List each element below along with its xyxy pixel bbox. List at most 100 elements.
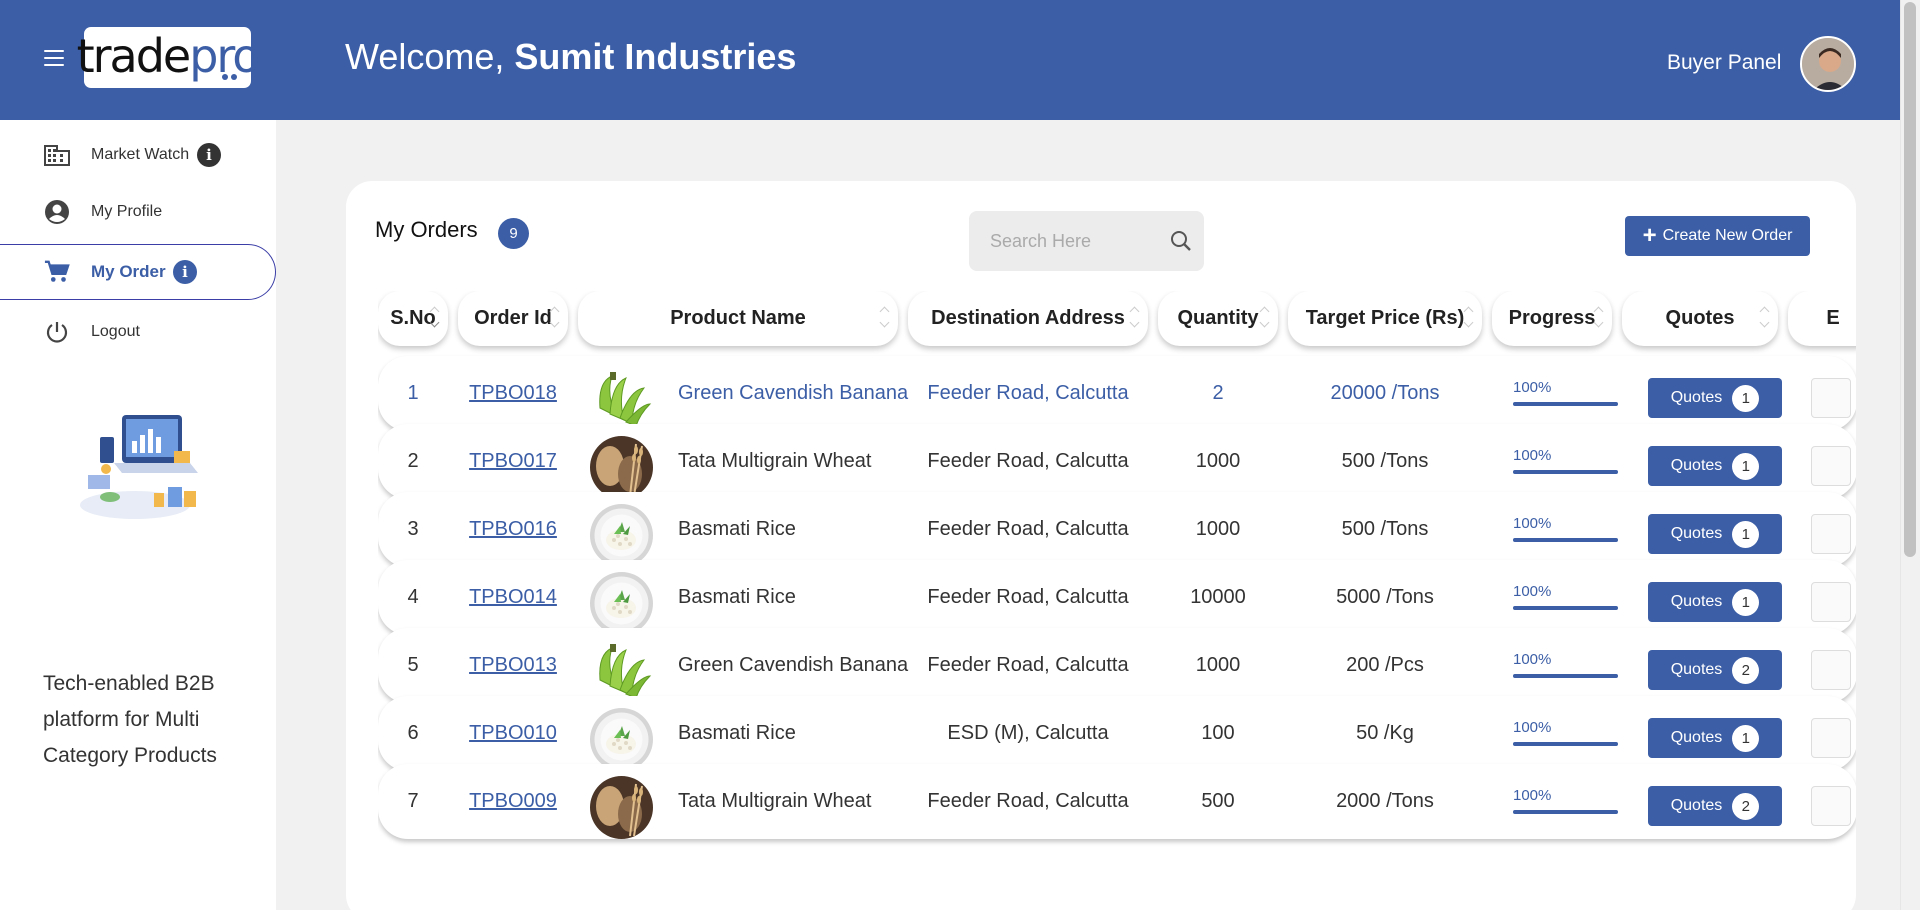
- info-icon[interactable]: i: [173, 260, 197, 284]
- column-header[interactable]: S.No: [378, 291, 448, 346]
- progress-fill: [1513, 402, 1618, 406]
- order-id-link[interactable]: TPBO014: [469, 586, 557, 609]
- cell-target-price: 2000 /Tons: [1336, 790, 1434, 812]
- logo-trade: trade: [76, 28, 192, 83]
- column-header-label: Quantity: [1177, 307, 1259, 329]
- cell-quantity: 10000: [1190, 586, 1246, 608]
- progress-fill: [1513, 606, 1618, 610]
- quotes-label: Quotes: [1670, 593, 1723, 610]
- create-new-order-button[interactable]: + Create New Order: [1625, 216, 1810, 256]
- column-header[interactable]: E: [1788, 291, 1856, 346]
- quotes-button[interactable]: Quotes 1: [1648, 446, 1782, 486]
- cell-target-price: 200 /Pcs: [1346, 654, 1424, 676]
- quotes-count-badge: 1: [1732, 724, 1760, 752]
- order-id-link[interactable]: TPBO009: [469, 790, 557, 813]
- cell-product-name: Tata Multigrain Wheat: [678, 790, 872, 812]
- progress-bar: [1513, 810, 1618, 814]
- logo-cart-dots-icon: [222, 74, 237, 80]
- table-row[interactable]: 1 TPBO018 Green Cavendish Banana Feeder Roa…: [378, 356, 1856, 431]
- edit-button[interactable]: [1811, 582, 1851, 622]
- page-scrollbar-thumb[interactable]: [1904, 2, 1916, 557]
- progress-bar: [1513, 470, 1618, 474]
- table-row[interactable]: 7 TPBO009 Tata Multigrain Wheat Feeder Road…: [378, 764, 1856, 839]
- quotes-button[interactable]: Quotes 1: [1648, 582, 1782, 622]
- order-id-link[interactable]: TPBO016: [469, 518, 557, 541]
- edit-button[interactable]: [1811, 650, 1851, 690]
- table-row[interactable]: 2 TPBO017 Tata Multigrain Wheat Feeder Road…: [378, 424, 1856, 499]
- progress-label: 100%: [1513, 651, 1552, 668]
- cell-target-price: 500 /Tons: [1341, 518, 1429, 540]
- edit-button[interactable]: [1811, 514, 1851, 554]
- column-header[interactable]: Target Price (Rs): [1288, 291, 1482, 346]
- sidebar-item-logout[interactable]: Logout: [0, 304, 276, 360]
- sort-icon[interactable]: [1464, 305, 1474, 329]
- cell-sno: 2: [407, 450, 419, 472]
- edit-button[interactable]: [1811, 446, 1851, 486]
- cell-destination: Feeder Road, Calcutta: [927, 790, 1129, 812]
- table-row[interactable]: 6 TPBO010 Basmati Rice ESD (M), Calcutta 100…: [378, 696, 1856, 771]
- cell-product-name: Green Cavendish Banana: [678, 382, 909, 404]
- cell-destination: Feeder Road, Calcutta: [927, 518, 1129, 540]
- cell-order-id: TPBO018: [458, 356, 568, 431]
- order-id-link[interactable]: TPBO018: [469, 382, 557, 405]
- cell-product-name: Basmati Rice: [678, 518, 796, 540]
- column-header-label: Destination Address: [931, 307, 1125, 329]
- product-image: [590, 572, 653, 635]
- orders-count-badge: 9: [498, 218, 529, 249]
- column-header[interactable]: Quantity: [1158, 291, 1278, 346]
- sort-icon[interactable]: [1130, 305, 1140, 329]
- table-row[interactable]: 4 TPBO014 Basmati Rice Feeder Road, Calcutt…: [378, 560, 1856, 635]
- product-image: [590, 776, 653, 839]
- column-header[interactable]: Progress: [1492, 291, 1612, 346]
- search-input[interactable]: [969, 211, 1169, 271]
- column-header[interactable]: Product Name: [578, 291, 898, 346]
- sidebar-item-market-watch[interactable]: Market Watch i: [0, 127, 276, 183]
- quotes-button[interactable]: Quotes 2: [1648, 786, 1782, 826]
- sort-icon[interactable]: [550, 305, 560, 329]
- progress-bar: [1513, 402, 1618, 406]
- edit-button[interactable]: [1811, 718, 1851, 758]
- column-header[interactable]: Destination Address: [908, 291, 1148, 346]
- column-header-label: Product Name: [670, 307, 806, 329]
- tradepro-logo[interactable]: tradepro: [77, 27, 260, 88]
- quotes-button[interactable]: Quotes 1: [1648, 378, 1782, 418]
- sort-icon[interactable]: [430, 305, 440, 329]
- welcome-prefix: Welcome,: [345, 36, 505, 77]
- table-row[interactable]: 3 TPBO016 Basmati Rice Feeder Road, Calcutt…: [378, 492, 1856, 567]
- sidebar-item-my-profile[interactable]: My Profile: [0, 184, 276, 240]
- order-id-link[interactable]: TPBO017: [469, 450, 557, 473]
- user-avatar[interactable]: [1800, 36, 1856, 92]
- order-id-link[interactable]: TPBO013: [469, 654, 557, 677]
- cell-target-price: 500 /Tons: [1341, 450, 1429, 472]
- sort-icon[interactable]: [1260, 305, 1270, 329]
- order-id-link[interactable]: TPBO010: [469, 722, 557, 745]
- sidebar-item-label: Logout: [91, 323, 140, 340]
- quotes-button[interactable]: Quotes 1: [1648, 514, 1782, 554]
- quotes-button[interactable]: Quotes 1: [1648, 718, 1782, 758]
- sort-icon[interactable]: [1594, 305, 1604, 329]
- info-icon[interactable]: i: [197, 143, 221, 167]
- search-icon[interactable]: [1170, 230, 1192, 257]
- sidebar-item-label: Market Watch: [91, 146, 190, 163]
- power-icon: [44, 319, 70, 345]
- b2b-illustration: [70, 407, 205, 522]
- hamburger-menu-icon[interactable]: [44, 50, 64, 66]
- quotes-label: Quotes: [1670, 389, 1723, 406]
- product-image: [590, 368, 653, 431]
- product-image: [590, 708, 653, 771]
- table-row[interactable]: 5 TPBO013 Green Cavendish Banana Feeder Roa…: [378, 628, 1856, 703]
- edit-button[interactable]: [1811, 786, 1851, 826]
- sidebar-item-my-order[interactable]: My Order i: [0, 244, 276, 300]
- edit-button[interactable]: [1811, 378, 1851, 418]
- cell-destination: Feeder Road, Calcutta: [927, 654, 1129, 676]
- column-header[interactable]: Order Id: [458, 291, 568, 346]
- column-header-label: E: [1826, 307, 1840, 329]
- column-header[interactable]: Quotes: [1622, 291, 1778, 346]
- sort-icon[interactable]: [880, 305, 890, 329]
- quotes-button[interactable]: Quotes 2: [1648, 650, 1782, 690]
- cell-sno: 6: [407, 722, 419, 744]
- cell-destination: Feeder Road, Calcutta: [927, 450, 1129, 472]
- cell-quantity: 2: [1212, 382, 1224, 404]
- sort-icon[interactable]: [1760, 305, 1770, 329]
- cell-destination: Feeder Road, Calcutta: [927, 586, 1129, 608]
